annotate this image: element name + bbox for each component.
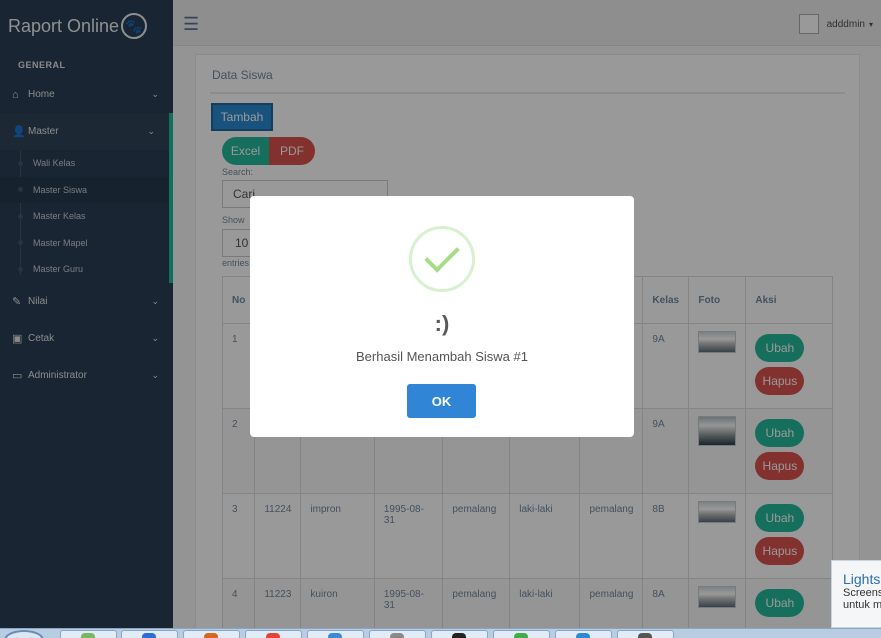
taskbar (0, 628, 881, 638)
app-icon (576, 633, 590, 638)
taskbar-item[interactable] (493, 630, 550, 638)
taskbar-item[interactable] (183, 630, 240, 638)
taskbar-item[interactable] (307, 630, 364, 638)
dialog-title: :) (434, 311, 450, 336)
notification-line: Screens (843, 587, 881, 599)
app-icon (638, 633, 652, 638)
notification-title: Lights (843, 571, 881, 587)
app-icon (204, 633, 218, 638)
app-icon (390, 633, 404, 638)
taskbar-item[interactable] (245, 630, 302, 638)
start-button[interactable] (4, 630, 44, 638)
app-icon (328, 633, 342, 638)
taskbar-item[interactable] (555, 630, 612, 638)
app-icon (514, 633, 528, 638)
taskbar-item[interactable] (121, 630, 178, 638)
taskbar-item[interactable] (60, 630, 117, 638)
notification-toast[interactable]: Lights Screens untuk m (831, 560, 881, 628)
dialog-message: Berhasil Menambah Siswa #1 (356, 349, 528, 364)
ok-button[interactable]: OK (407, 384, 476, 418)
taskbar-item[interactable] (617, 630, 674, 638)
app-icon (81, 633, 95, 638)
app-icon (452, 633, 466, 638)
notification-line: untuk m (843, 599, 881, 611)
taskbar-item[interactable] (431, 630, 488, 638)
app-icon (142, 633, 156, 638)
taskbar-item[interactable] (369, 630, 426, 638)
app-icon (266, 633, 280, 638)
success-check-icon (409, 226, 475, 292)
success-dialog: :) Berhasil Menambah Siswa #1 OK (250, 196, 634, 437)
